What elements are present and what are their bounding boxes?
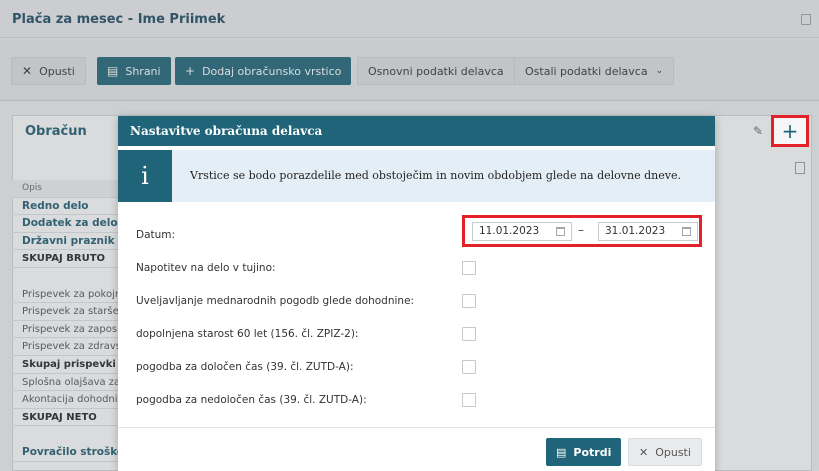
option-row-age60: dopolnjena starost 60 let (156. čl. ZPIZ…: [136, 326, 696, 346]
add-button[interactable]: +: [771, 115, 809, 147]
close-icon: ✕: [639, 445, 649, 459]
calendar-icon[interactable]: [556, 227, 565, 236]
option-row-abroad: Napotitev na delo v tujino:: [136, 260, 696, 280]
abroad-checkbox[interactable]: [462, 261, 476, 275]
confirm-button-label: Potrdi: [573, 445, 612, 459]
option-label: Uveljavljanje mednarodnih pogodb glede d…: [136, 295, 415, 307]
confirm-button[interactable]: ▤ Potrdi: [546, 438, 622, 466]
info-text: Vrstice se bodo porazdelile med obstoječ…: [190, 169, 681, 182]
info-icon: i: [118, 150, 172, 202]
date-range: 11.01.2023 – 31.01.2023: [462, 215, 702, 247]
fixed-term-checkbox[interactable]: [462, 360, 476, 374]
treaties-checkbox[interactable]: [462, 294, 476, 308]
date-from-value: 11.01.2023: [479, 225, 540, 237]
date-to-value: 31.01.2023: [605, 225, 666, 237]
permanent-checkbox[interactable]: [462, 393, 476, 407]
modal-footer: ▤ Potrdi ✕ Opusti: [118, 427, 715, 471]
date-separator: –: [578, 223, 584, 237]
option-row-fixed-term: pogodba za določen čas (39. čl. ZUTD-A):: [136, 359, 696, 379]
option-row-permanent: pogodba za nedoločen čas (39. čl. ZUTD-A…: [136, 392, 696, 412]
calendar-icon[interactable]: [682, 227, 691, 236]
option-label: dopolnjena starost 60 let (156. čl. ZPIZ…: [136, 328, 359, 340]
date-label: Datum:: [136, 229, 176, 241]
date-from-input[interactable]: 11.01.2023: [472, 222, 572, 241]
modal-cancel-button[interactable]: ✕ Opusti: [628, 438, 702, 466]
modal-cancel-button-label: Opusti: [655, 445, 691, 459]
age60-checkbox[interactable]: [462, 327, 476, 341]
option-label: Napotitev na delo v tujino:: [136, 262, 276, 274]
settings-modal: Nastavitve obračuna delavca i Vrstice se…: [118, 116, 715, 471]
save-icon: ▤: [556, 445, 567, 459]
option-label: pogodba za nedoločen čas (39. čl. ZUTD-A…: [136, 394, 367, 406]
option-row-treaties: Uveljavljanje mednarodnih pogodb glede d…: [136, 293, 696, 313]
modal-title: Nastavitve obračuna delavca: [118, 116, 715, 146]
info-banner: i Vrstice se bodo porazdelile med obstoj…: [118, 150, 715, 202]
option-label: pogodba za določen čas (39. čl. ZUTD-A):: [136, 361, 354, 373]
date-to-input[interactable]: 31.01.2023: [598, 222, 698, 241]
